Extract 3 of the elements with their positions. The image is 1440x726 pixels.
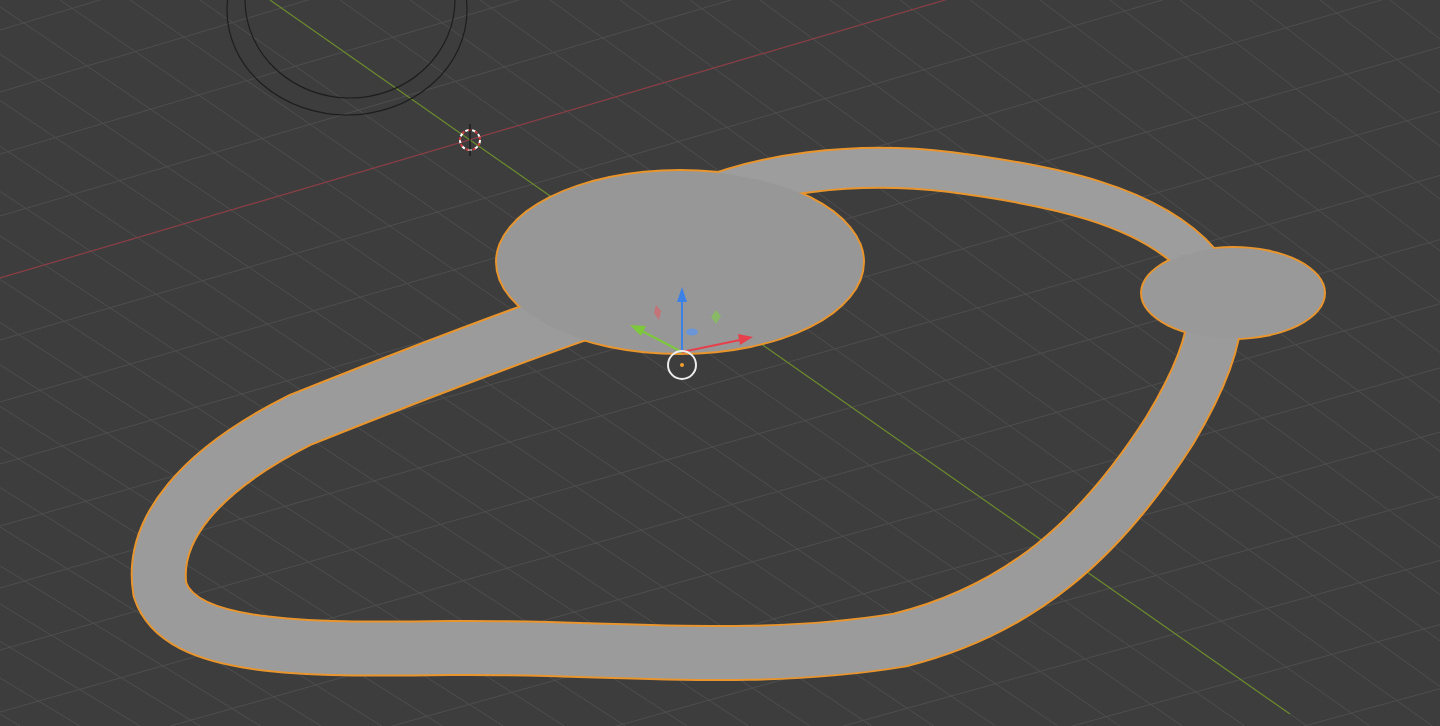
transform-gizmo-icon[interactable] bbox=[630, 287, 753, 380]
3d-cursor-icon[interactable] bbox=[459, 123, 481, 157]
mesh-drawing[interactable] bbox=[131, 146, 1326, 682]
